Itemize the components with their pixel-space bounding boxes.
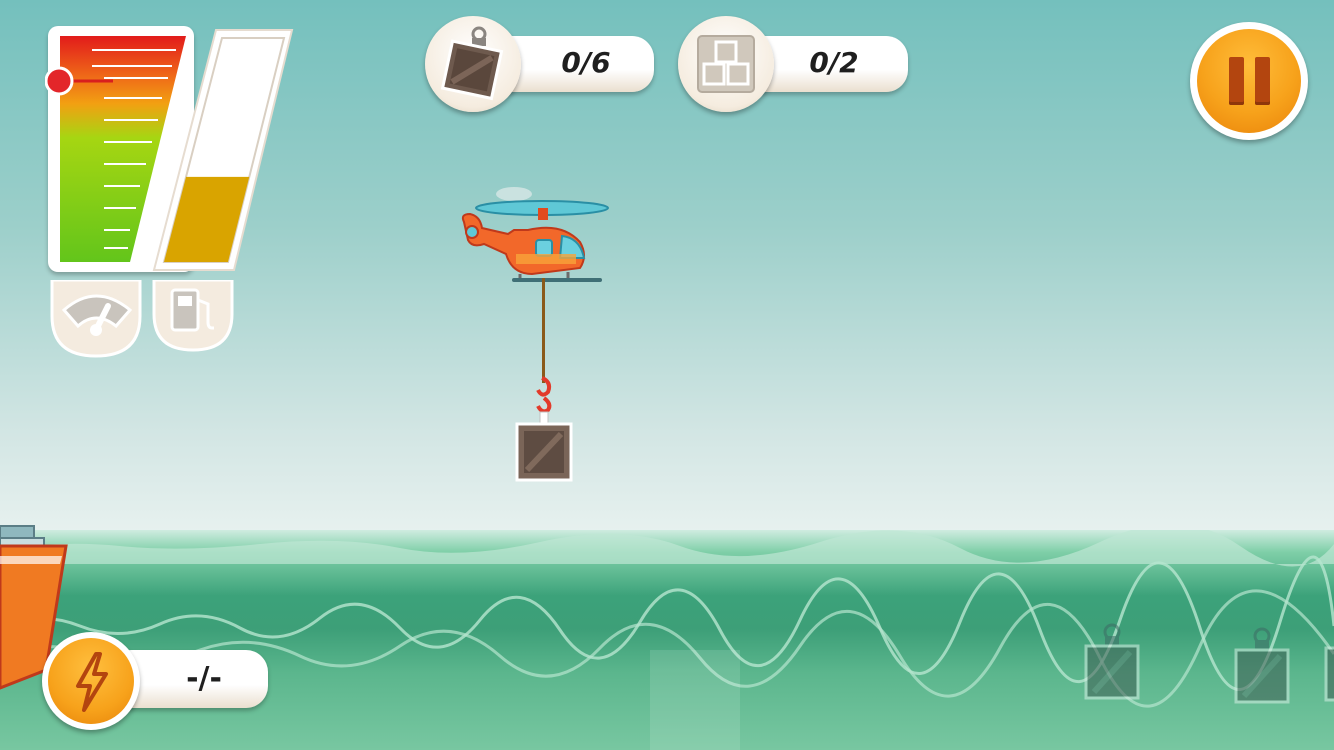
speed-indicator [44, 66, 115, 96]
stacks-badge [678, 16, 774, 112]
floating-crate [1234, 627, 1290, 704]
speed-badge [50, 278, 142, 358]
floating-crate [1084, 623, 1140, 700]
lightning-icon [76, 652, 108, 712]
fuel-badge [152, 278, 234, 352]
pause-icon [1197, 29, 1301, 133]
crate-icon [440, 26, 504, 101]
winch-rope [542, 278, 545, 383]
hanging-crate [515, 422, 573, 482]
fuel-gauge [150, 26, 296, 272]
crates-badge [425, 16, 521, 112]
boost-button[interactable] [42, 632, 140, 730]
floating-crate [1324, 646, 1334, 702]
pause-button[interactable] [1190, 22, 1308, 140]
helicopter [461, 187, 609, 282]
crate-stack-icon [697, 35, 755, 93]
